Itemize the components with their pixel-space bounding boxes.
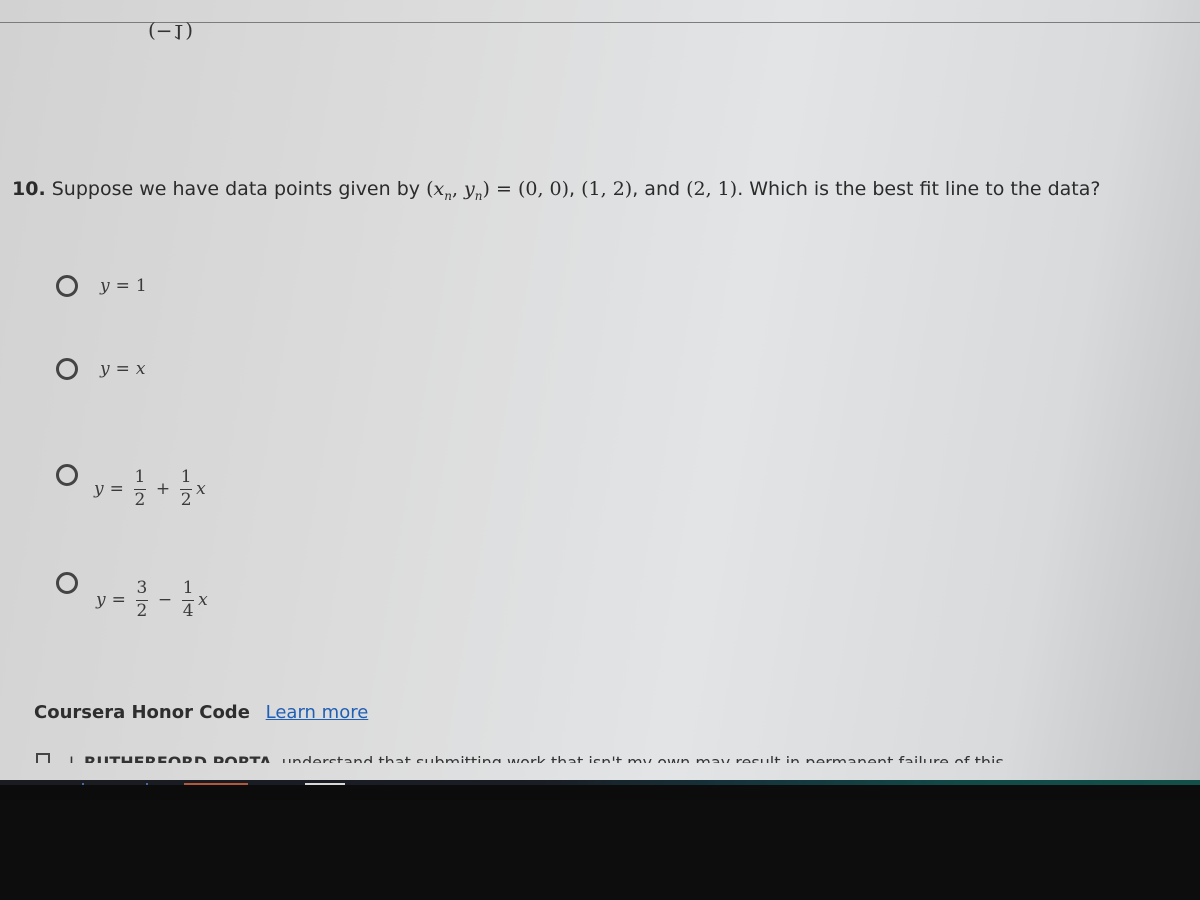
denominator: 2 <box>136 601 148 622</box>
var-y: y <box>100 276 110 296</box>
radio-button[interactable] <box>56 572 78 595</box>
taskbar: <) Ps P N <box>0 780 1200 785</box>
equals-sign: = <box>495 178 512 200</box>
honor-code: Coursera Honor Code Learn more <box>34 702 368 723</box>
powerpoint-icon[interactable]: P <box>184 783 248 785</box>
pledge-body: , understand that submitting work that i… <box>271 753 1004 763</box>
denominator: 2 <box>134 490 146 511</box>
question-prompt: 10. Suppose we have data points given by… <box>12 178 1100 203</box>
option-y-equals-1[interactable]: y = 1 <box>56 275 147 297</box>
browser-page: (−1) 10. Suppose we have data points giv… <box>0 0 1200 785</box>
pledge-text: I, RUTHERFORD PORTA, understand that sub… <box>69 753 1004 763</box>
app-icon[interactable]: <) <box>2 783 34 785</box>
fraction: 12 <box>180 467 193 511</box>
data-point: (1, 2) <box>581 178 633 200</box>
numerator: 1 <box>134 467 146 487</box>
previous-question-fragment: (−1) <box>148 20 194 44</box>
var-y: y <box>464 178 475 200</box>
numerator: 1 <box>182 578 194 598</box>
data-point: (0, 0) <box>517 178 570 200</box>
question-text-after: . Which is the best fit line to the data… <box>737 178 1101 200</box>
onenote-icon[interactable]: N <box>305 783 345 785</box>
denominator: 4 <box>182 601 194 622</box>
question-text-before: Suppose we have data points given by <box>51 178 421 200</box>
fraction: 14 <box>182 578 195 622</box>
var-x: x <box>135 359 146 379</box>
var-x: x <box>196 479 206 500</box>
honor-pledge-checkbox[interactable] <box>36 753 50 763</box>
numerator: 1 <box>180 467 192 487</box>
value: 1 <box>135 276 147 296</box>
fraction: 32 <box>135 578 148 622</box>
denominator: 2 <box>180 490 192 511</box>
honor-code-title: Coursera Honor Code <box>34 702 250 723</box>
pledge-prefix: I, <box>69 753 79 763</box>
option-label: y = 12 + 12 x <box>94 467 206 511</box>
separator: , <box>569 178 576 200</box>
radio-button[interactable] <box>56 464 78 487</box>
learn-more-link[interactable]: Learn more <box>266 702 369 723</box>
option-y-equals-x[interactable]: y = x <box>56 358 145 380</box>
radio-button[interactable] <box>56 275 78 297</box>
option-half-plus-half-x[interactable]: y = 12 + 12 x <box>56 440 206 511</box>
separator: , and <box>632 178 681 200</box>
option-label: y = x <box>100 359 146 379</box>
operator: + <box>155 479 171 500</box>
var-x: x <box>433 178 445 200</box>
screen-bezel <box>0 800 1200 900</box>
subscript-n: n <box>444 188 452 203</box>
pledge-name: RUTHERFORD PORTA <box>84 753 272 763</box>
honor-pledge: I, RUTHERFORD PORTA, understand that sub… <box>36 749 1200 763</box>
var-y: y <box>100 359 110 379</box>
data-point: (2, 1) <box>686 178 738 200</box>
var-y: y <box>94 479 104 500</box>
fraction: 12 <box>133 467 146 511</box>
subscript-n: n <box>474 188 483 203</box>
option-label: y = 32 − 14 x <box>96 578 208 622</box>
photoshop-icon[interactable]: Ps <box>82 783 148 785</box>
option-three-halves-minus-quarter-x[interactable]: y = 32 − 14 x <box>56 545 208 622</box>
question-math-pair: (xn, yn) <box>426 178 490 203</box>
question-number: 10. <box>12 178 46 200</box>
numerator: 3 <box>136 578 148 598</box>
var-y: y <box>96 590 106 611</box>
operator: − <box>157 590 173 611</box>
var-x: x <box>198 590 208 611</box>
radio-button[interactable] <box>56 358 78 380</box>
option-label: y = 1 <box>100 276 147 296</box>
